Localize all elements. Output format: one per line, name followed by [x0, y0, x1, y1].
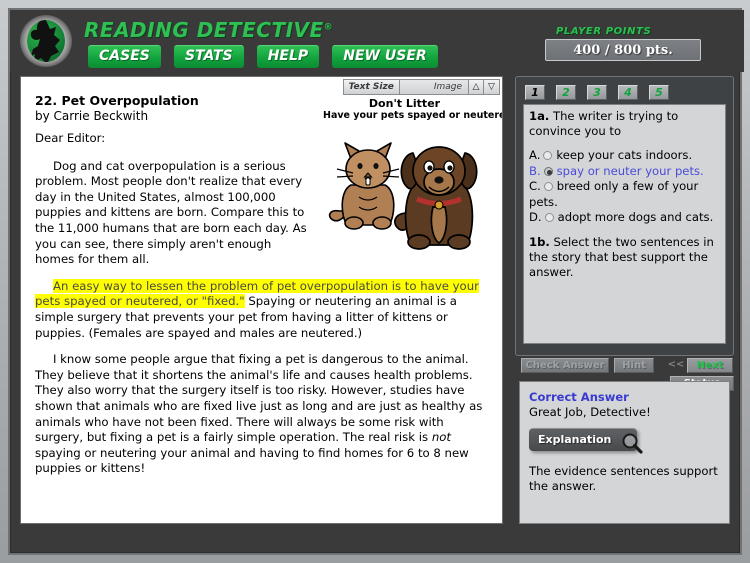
- correct-answer-subtitle: Great Job, Detective!: [529, 405, 651, 419]
- main-nav: CASES STATS HELP NEW USER: [88, 45, 446, 68]
- question-1a-number: 1a.: [529, 109, 550, 123]
- option-d-text[interactable]: adopt more dogs and cats.: [558, 210, 714, 224]
- size-up-arrow-icon[interactable]: △: [469, 80, 484, 94]
- image-label: Image: [399, 80, 469, 94]
- answer-option-a[interactable]: A. keep your cats indoors.: [529, 148, 720, 164]
- check-answer-button[interactable]: Check Answer: [521, 358, 609, 373]
- question-1a: 1a. The writer is trying to convince you…: [529, 109, 720, 139]
- question-1b: 1b. Select the two sentences in the stor…: [529, 235, 720, 280]
- question-tab-3[interactable]: 3: [587, 85, 607, 100]
- app-inner: READING DETECTIVE® CASES STATS HELP NEW …: [8, 8, 744, 555]
- answer-option-b[interactable]: B. spay or neuter your pets.: [529, 164, 720, 180]
- question-column: 1 2 3 4 5 1a. The writer is trying to co…: [515, 76, 734, 524]
- detective-silhouette-icon: [30, 20, 60, 62]
- app-frame: READING DETECTIVE® CASES STATS HELP NEW …: [0, 0, 750, 563]
- nav-button-new-user[interactable]: NEW USER: [332, 45, 438, 68]
- answer-option-d[interactable]: D. adopt more dogs and cats.: [529, 210, 720, 226]
- story-paragraph-3b[interactable]: spaying or neutering your animal and hav…: [35, 446, 469, 476]
- nav-button-stats[interactable]: STATS: [173, 45, 244, 68]
- story-paragraph-3[interactable]: I know some people argue that fixing a p…: [35, 352, 490, 477]
- cat-and-dog-illustration-icon: [328, 142, 478, 250]
- explanation-body: The evidence sentences support the answe…: [529, 464, 718, 493]
- figure-caption-line1: Don't Litter: [368, 97, 441, 110]
- story-figure: Don't Litter Have your pets spayed or ne…: [323, 97, 502, 264]
- question-1b-number: 1b.: [529, 234, 550, 249]
- story-emphasis-not[interactable]: not: [432, 430, 451, 444]
- option-a-text[interactable]: keep your cats indoors.: [556, 148, 692, 162]
- option-b-text[interactable]: spay or neuter your pets.: [557, 164, 704, 178]
- question-tab-2[interactable]: 2: [556, 85, 576, 100]
- explanation-button-label: Explanation: [538, 433, 612, 446]
- question-spacer-2: [529, 226, 720, 235]
- question-1b-text: Select the two sentences in the story th…: [529, 234, 714, 279]
- text-size-toolbar: Text Size Image △ ▽: [342, 79, 500, 95]
- size-down-arrow-icon[interactable]: ▽: [484, 80, 499, 94]
- option-d-radio[interactable]: [544, 213, 554, 222]
- brand-registered-mark: ®: [323, 22, 334, 33]
- question-tab-1[interactable]: 1: [525, 85, 545, 100]
- option-a-letter: A.: [529, 148, 541, 162]
- brand-text: READING DETECTIVE: [84, 18, 324, 42]
- question-tab-5[interactable]: 5: [649, 85, 669, 100]
- page-title: READING DETECTIVE®: [84, 18, 333, 42]
- correct-answer-title: Correct Answer: [529, 390, 629, 404]
- next-question-button[interactable]: Next >>: [687, 358, 733, 385]
- question-box: 1a. The writer is trying to convince you…: [523, 104, 726, 344]
- question-panel: 1 2 3 4 5 1a. The writer is trying to co…: [515, 76, 734, 356]
- hint-button[interactable]: Hint: [614, 358, 654, 373]
- magnifying-glass-icon: [622, 433, 643, 454]
- nav-button-help[interactable]: HELP: [256, 45, 320, 68]
- option-c-text[interactable]: breed only a few of your pets.: [529, 179, 698, 209]
- story-panel: Don't Litter Have your pets spayed or ne…: [20, 76, 503, 524]
- question-1a-text: The writer is trying to convince you to: [529, 109, 679, 138]
- detective-globe-logo-icon: [20, 15, 72, 67]
- answer-option-c[interactable]: C. breed only a few of your pets.: [529, 179, 720, 210]
- previous-question-button[interactable]: <<: [665, 358, 687, 373]
- question-tab-4[interactable]: 4: [618, 85, 638, 100]
- answer-feedback-panel: Correct Answer Great Job, Detective! Exp…: [519, 381, 730, 524]
- player-points-value: 400 / 800 pts.: [545, 39, 701, 61]
- option-d-letter: D.: [529, 210, 542, 224]
- question-spacer: [529, 139, 720, 148]
- text-size-button[interactable]: Text Size: [343, 80, 400, 94]
- app-header: READING DETECTIVE® CASES STATS HELP NEW …: [10, 10, 744, 72]
- question-controls: Check Answer Hint << Next >> Status: [515, 358, 734, 391]
- figure-caption-line2: Have your pets spayed or neutered: [323, 110, 502, 121]
- option-b-letter: B.: [529, 163, 541, 178]
- story-scroll-area[interactable]: Don't Litter Have your pets spayed or ne…: [21, 77, 502, 523]
- option-c-letter: C.: [529, 179, 541, 193]
- question-tabs: 1 2 3 4 5: [525, 85, 669, 100]
- globe-shape: [27, 20, 65, 62]
- player-points-label: PLAYER POINTS: [556, 26, 652, 37]
- option-c-radio[interactable]: [543, 182, 553, 191]
- option-b-radio[interactable]: [543, 166, 553, 176]
- story-paragraph-2[interactable]: An easy way to lessen the problem of pet…: [35, 278, 490, 341]
- story-paragraph-3a[interactable]: I know some people argue that fixing a p…: [35, 352, 482, 444]
- option-a-radio[interactable]: [543, 151, 553, 160]
- nav-button-cases[interactable]: CASES: [88, 45, 161, 68]
- explanation-button[interactable]: Explanation: [529, 428, 643, 454]
